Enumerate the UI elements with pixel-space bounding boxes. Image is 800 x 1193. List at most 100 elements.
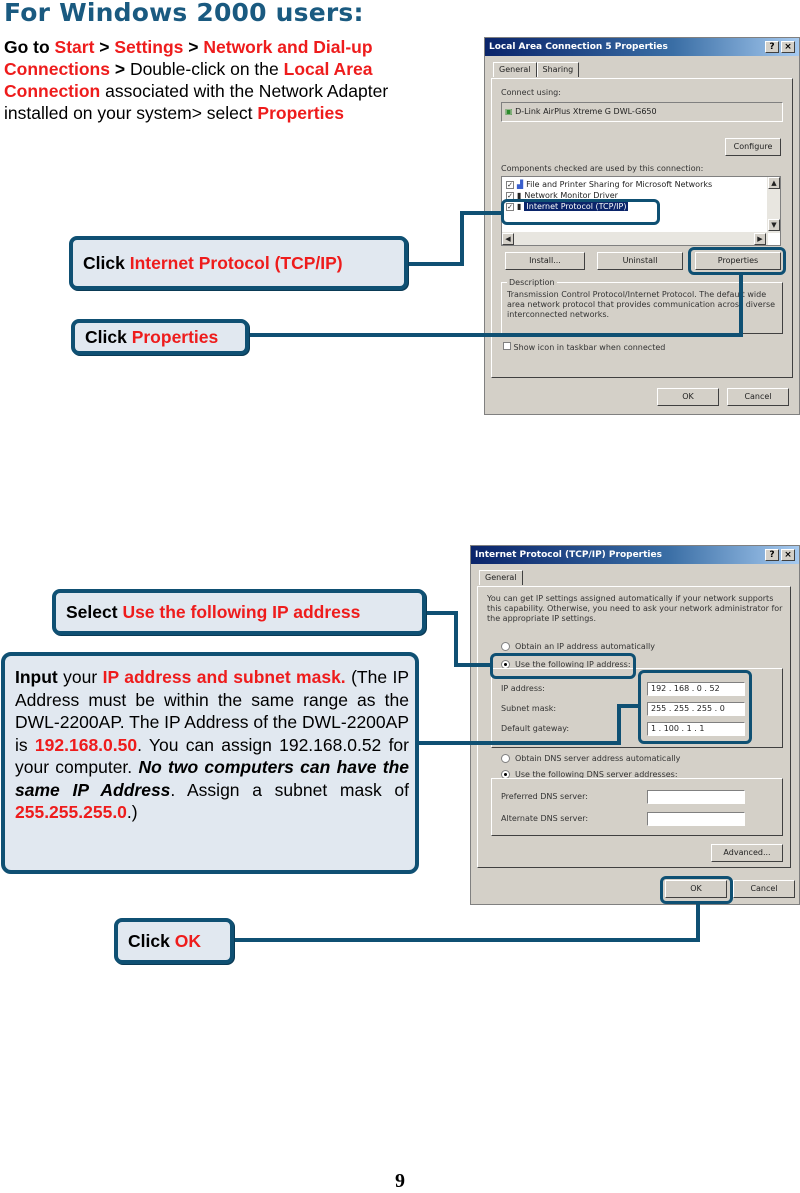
preferred-dns-input[interactable] [647, 790, 745, 804]
close-icon[interactable]: × [781, 549, 795, 561]
page-title: For Windows 2000 users: [4, 0, 364, 27]
connector-line [454, 663, 492, 667]
adapter-name: D-Link AirPlus Xtreme G DWL-G650 [515, 107, 657, 116]
connector-line [617, 704, 621, 745]
install-button[interactable]: Install... [505, 252, 585, 270]
dialog-title-bar: Local Area Connection 5 Properties ? × [485, 38, 799, 56]
tab-general[interactable]: General [493, 62, 537, 77]
callout-highlight: Properties [131, 326, 219, 347]
scroll-right-button[interactable]: ▶ [754, 233, 766, 245]
tab-bar: General Sharing [485, 56, 799, 77]
connector-line [424, 611, 458, 615]
gateway-label: Default gateway: [501, 724, 570, 733]
separator: > [183, 37, 204, 57]
properties-term: Properties [257, 103, 344, 123]
description-text: Transmission Control Protocol/Internet P… [507, 290, 776, 319]
info-text: your [57, 667, 103, 687]
connector-line [454, 611, 458, 667]
connect-using-label: Connect using: [501, 88, 561, 97]
connector-line [696, 903, 700, 942]
separator: > [94, 37, 115, 57]
scroll-left-button[interactable]: ◀ [502, 233, 514, 245]
help-icon[interactable]: ? [765, 549, 779, 561]
show-icon-option[interactable]: Show icon in taskbar when connected [503, 342, 665, 352]
callout-highlight: Use the following IP address [122, 601, 361, 622]
preferred-dns-label: Preferred DNS server: [501, 792, 588, 801]
dialog-title-bar: Internet Protocol (TCP/IP) Properties ? … [471, 546, 799, 564]
callout-click-properties: Click Properties [71, 319, 249, 355]
intro-text: Double-click on the [129, 59, 284, 79]
obtain-dns-label: Obtain DNS server address automatically [515, 754, 681, 763]
callout-prefix: Click [128, 930, 175, 951]
alternate-dns-input[interactable] [647, 812, 745, 826]
callout-prefix: Click [83, 252, 130, 273]
components-label: Components checked are used by this conn… [501, 164, 704, 173]
tab-bar: General [471, 564, 799, 585]
dialog-title: Local Area Connection 5 Properties [489, 42, 668, 52]
ok-button[interactable]: OK [657, 388, 719, 406]
uninstall-button[interactable]: Uninstall [597, 252, 683, 270]
description-label: Description [507, 278, 557, 287]
separator: > [109, 59, 130, 79]
connector-line [404, 262, 464, 266]
connector-line [460, 211, 502, 215]
connector-line [739, 274, 743, 337]
ip-instructions-box: Input your IP address and subnet mask. (… [1, 652, 419, 874]
advanced-button[interactable]: Advanced... [711, 844, 783, 862]
callout-prefix: Select [66, 601, 123, 622]
cancel-button[interactable]: Cancel [727, 388, 789, 406]
connector-line [247, 333, 743, 337]
page-number: 9 [395, 1170, 405, 1192]
callout-highlight: Internet Protocol (TCP/IP) [129, 252, 343, 273]
close-icon[interactable]: × [781, 41, 795, 53]
component-item[interactable]: ✓ ▟ File and Printer Sharing for Microso… [502, 179, 780, 190]
tab-general[interactable]: General [479, 570, 523, 585]
info-ap-ip: 192.168.0.50 [34, 734, 138, 755]
scroll-up-button[interactable]: ▲ [768, 177, 780, 189]
obtain-dns-radio[interactable] [501, 754, 510, 763]
lac-properties-dialog: Local Area Connection 5 Properties ? × G… [484, 37, 800, 415]
scroll-down-button[interactable]: ▼ [768, 219, 780, 231]
component-label: File and Printer Sharing for Microsoft N… [526, 180, 713, 189]
connector-line [460, 211, 464, 266]
adapter-icon: ▣ [505, 107, 516, 116]
highlight-use-ip-radio [490, 653, 636, 679]
connector-line [419, 741, 621, 745]
info-subnet-mask: 255.255.255.0 [15, 802, 127, 822]
info-input: Input [15, 667, 58, 687]
start-term: Start [54, 37, 95, 57]
highlight-ip-fields [638, 670, 752, 744]
show-icon-label: Show icon in taskbar when connected [513, 343, 666, 352]
intro-text: You can get IP settings assigned automat… [487, 594, 783, 623]
dialog-title: Internet Protocol (TCP/IP) Properties [475, 550, 662, 560]
callout-click-tcpip: Click Internet Protocol (TCP/IP) [69, 236, 408, 290]
callout-prefix: Click [85, 326, 132, 347]
dns-group [491, 778, 783, 836]
intro-paragraph: Go to Start > Settings > Network and Dia… [4, 36, 414, 124]
horizontal-scrollbar[interactable] [502, 232, 768, 245]
info-text: . Assign a subnet mask of [170, 779, 409, 800]
tab-sharing[interactable]: Sharing [536, 62, 580, 77]
highlight-properties-button [688, 247, 786, 275]
checkbox-checked[interactable]: ✓ [506, 180, 514, 189]
configure-button[interactable]: Configure [725, 138, 781, 156]
intro-text: Go to [4, 37, 55, 57]
connector-line [617, 704, 640, 708]
help-icon[interactable]: ? [765, 41, 779, 53]
connector-line [232, 938, 700, 942]
highlight-tcpip-item [501, 199, 660, 225]
obtain-ip-label: Obtain an IP address automatically [515, 642, 656, 651]
checkbox-unchecked[interactable] [503, 342, 511, 350]
cancel-button[interactable]: Cancel [733, 880, 795, 898]
subnet-mask-label: Subnet mask: [501, 704, 557, 713]
callout-highlight: OK [174, 930, 201, 951]
callout-click-ok: Click OK [114, 918, 234, 964]
obtain-ip-radio[interactable] [501, 642, 510, 651]
settings-term: Settings [114, 37, 184, 57]
callout-select-use-ip: Select Use the following IP address [52, 589, 426, 635]
ip-address-label: IP address: [501, 684, 545, 693]
adapter-field: ▣ D-Link AirPlus Xtreme G DWL-G650 [501, 102, 783, 122]
info-ip-subnet: IP address and subnet mask. [102, 667, 346, 687]
info-text: .) [126, 802, 138, 822]
alternate-dns-label: Alternate DNS server: [501, 814, 589, 823]
